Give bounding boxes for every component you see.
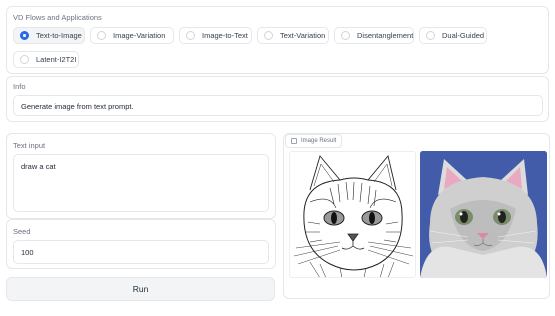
radio-image-to-text[interactable]: Image-to-Text xyxy=(179,27,252,44)
radio-unchecked-icon xyxy=(426,31,435,40)
radio-label: Disentanglement xyxy=(357,31,414,40)
result-image-sketch-cat[interactable] xyxy=(289,151,416,278)
radio-text-variation[interactable]: Text-Variation xyxy=(257,27,329,44)
radio-unchecked-icon xyxy=(264,31,273,40)
radio-label: Text-to-Image xyxy=(36,31,82,40)
text-input-label: Text input xyxy=(13,141,46,150)
info-label: Info xyxy=(13,82,26,91)
flows-title: VD Flows and Applications xyxy=(13,13,102,22)
sketch-cat-illustration xyxy=(293,155,414,277)
text-input-panel: Text input draw a cat xyxy=(6,133,276,219)
result-image-photo-cat[interactable] xyxy=(420,151,547,278)
radio-label: Image-to-Text xyxy=(202,31,248,40)
radio-disentanglement[interactable]: Disentanglement xyxy=(334,27,414,44)
seed-panel: Seed 100 xyxy=(6,219,276,269)
image-icon xyxy=(291,138,297,144)
image-result-panel: Image Result xyxy=(283,133,550,299)
info-field: Generate image from text prompt. xyxy=(13,95,543,116)
image-result-label: Image Result xyxy=(301,138,337,144)
radio-unchecked-icon xyxy=(20,55,29,64)
radio-label: Image-Variation xyxy=(113,31,166,40)
radio-image-variation[interactable]: Image-Variation xyxy=(90,27,174,44)
info-panel: Info Generate image from text prompt. xyxy=(6,76,549,122)
radio-label: Latent-I2T2I xyxy=(36,55,77,64)
seed-label: Seed xyxy=(13,227,31,236)
radio-text-to-image[interactable]: Text-to-Image xyxy=(13,27,85,44)
radio-label: Text-Variation xyxy=(280,31,326,40)
text-input-textarea[interactable]: draw a cat xyxy=(13,154,269,212)
radio-checked-icon xyxy=(20,31,29,40)
radio-label: Dual-Guided xyxy=(442,31,485,40)
image-result-tag: Image Result xyxy=(285,134,343,148)
photo-cat-illustration xyxy=(420,151,547,278)
radio-unchecked-icon xyxy=(341,31,350,40)
radio-dual-guided[interactable]: Dual-Guided xyxy=(419,27,487,44)
radio-unchecked-icon xyxy=(97,31,106,40)
radio-latent-i2t2i[interactable]: Latent-I2T2I xyxy=(13,51,79,68)
seed-input[interactable]: 100 xyxy=(13,240,269,264)
run-button[interactable]: Run xyxy=(6,277,275,301)
radio-unchecked-icon xyxy=(186,31,195,40)
flows-panel: VD Flows and Applications Text-to-Image … xyxy=(6,6,549,74)
